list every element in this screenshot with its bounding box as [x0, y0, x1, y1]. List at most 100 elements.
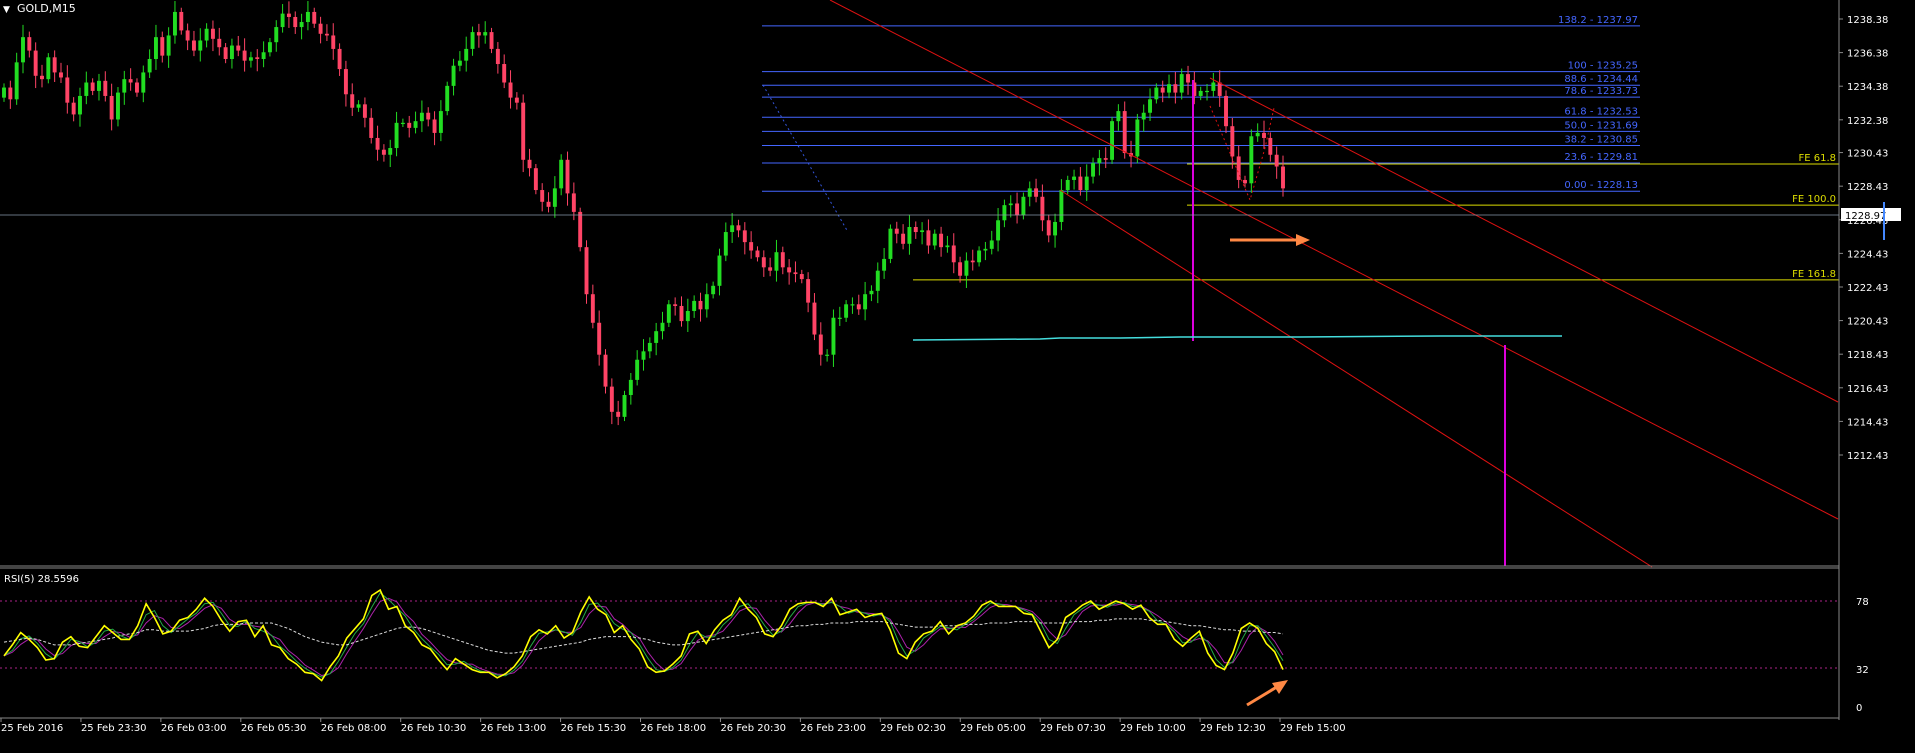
price-tick-label: 1218.43 [1847, 350, 1888, 361]
candle-body [926, 230, 931, 246]
candle-body [14, 62, 19, 100]
candle-body [882, 258, 887, 271]
candle-body [109, 95, 114, 120]
candle-body [217, 38, 222, 48]
candle-body [603, 354, 608, 387]
candle-body [1274, 154, 1279, 167]
candle-body [565, 159, 570, 194]
candle-body [153, 37, 158, 59]
candle-body [21, 37, 25, 63]
candle-body [242, 50, 247, 61]
candle-body [932, 233, 937, 246]
time-tick-label: 26 Feb 05:30 [241, 723, 307, 734]
candle-body [172, 11, 177, 36]
time-tick-label: 29 Feb 05:00 [960, 723, 1026, 734]
candle-body [945, 245, 950, 248]
candle-body [920, 230, 925, 233]
candle-body [799, 274, 804, 280]
candle-body [869, 290, 874, 295]
time-tick-label: 29 Feb 02:30 [880, 723, 946, 734]
candle-body [806, 279, 811, 303]
time-tick-label: 26 Feb 13:00 [481, 723, 547, 734]
candle-body [59, 72, 63, 78]
candle-body [191, 40, 196, 51]
candle-body [400, 122, 405, 125]
candle-body [1097, 158, 1102, 164]
price-tick-label: 1220.43 [1847, 317, 1888, 328]
candle-body [742, 230, 747, 243]
rsi-label: RSI(5) 28.5596 [4, 574, 79, 585]
candle-body [407, 122, 412, 128]
menu-triangle-icon[interactable]: ▼ [3, 5, 10, 15]
candle-body [267, 42, 272, 53]
candle-body [185, 30, 190, 41]
candle-body [2, 87, 6, 98]
price-tick-label: 1214.43 [1847, 417, 1888, 428]
candle-body [27, 37, 32, 51]
candle-body [1027, 188, 1032, 197]
candle-body [521, 102, 526, 160]
time-tick-label: 29 Feb 10:00 [1120, 723, 1186, 734]
gold-m15-chart[interactable]: ▼ GOLD,M15 138.2 - 1237.97 100 - 1235.25 8… [0, 0, 1915, 749]
candle-body [426, 112, 431, 120]
candle-body [970, 260, 975, 263]
price-tick-label: 1238.38 [1847, 15, 1888, 26]
chart-window[interactable]: ▼ GOLD,M15 138.2 - 1237.97 100 - 1235.25 8… [0, 0, 1915, 749]
candle-body [1008, 203, 1013, 206]
candle-body [135, 82, 139, 93]
price-tick-label: 1228.43 [1847, 182, 1888, 193]
candle-body [1034, 188, 1039, 197]
candle-body [52, 57, 57, 73]
candle-body [1091, 163, 1096, 177]
candle-body [863, 294, 868, 310]
candle-body [356, 104, 361, 108]
candle-body [388, 148, 393, 155]
fe-level-label: FE 61.8 [1798, 153, 1836, 164]
candle-body [1211, 82, 1216, 91]
candle-body [698, 300, 703, 310]
time-tick-label: 26 Feb 20:30 [720, 723, 786, 734]
candle-body [730, 225, 735, 233]
candle-body [337, 48, 342, 70]
candle-body [46, 57, 51, 80]
candle-body [470, 32, 475, 49]
candle-body [1186, 74, 1190, 83]
candle-body [413, 121, 418, 128]
candle-body [540, 190, 545, 202]
candle-body [1179, 74, 1184, 93]
candle-body [692, 300, 697, 312]
candle-body [179, 11, 184, 31]
candle-body [274, 27, 279, 43]
candle-body [103, 80, 108, 96]
fib-level-label: 61.8 - 1232.53 [1564, 106, 1638, 117]
candle-body [628, 379, 633, 396]
candle-body [622, 395, 627, 417]
fib-level-label: 138.2 - 1237.97 [1558, 15, 1638, 26]
candle-body [875, 270, 880, 291]
candle-body [286, 13, 291, 17]
candle-body [204, 28, 209, 41]
candle-body [78, 95, 82, 115]
candle-body [1268, 137, 1273, 155]
time-tick-label: 26 Feb 18:00 [641, 723, 707, 734]
candle-body [1167, 84, 1171, 93]
candle-body [856, 304, 861, 310]
candle-body [787, 267, 792, 273]
candle-body [1072, 176, 1077, 180]
candle-body [261, 52, 266, 59]
candle-body [679, 305, 684, 322]
candle-body [381, 149, 386, 155]
candle-body [451, 65, 456, 86]
candle-body [654, 331, 659, 343]
time-tick-label: 26 Feb 10:30 [401, 723, 467, 734]
candle-body [1053, 221, 1058, 236]
rsi-level-78-label: 78 [1856, 597, 1869, 608]
candle-body [641, 351, 646, 360]
candle-body [913, 227, 918, 233]
candle-body [248, 57, 253, 61]
candle-body [1217, 82, 1222, 96]
candle-body [647, 342, 652, 352]
candle-body [616, 411, 621, 417]
fib-level-label: 0.00 - 1228.13 [1564, 180, 1638, 191]
candle-body [1103, 158, 1108, 160]
